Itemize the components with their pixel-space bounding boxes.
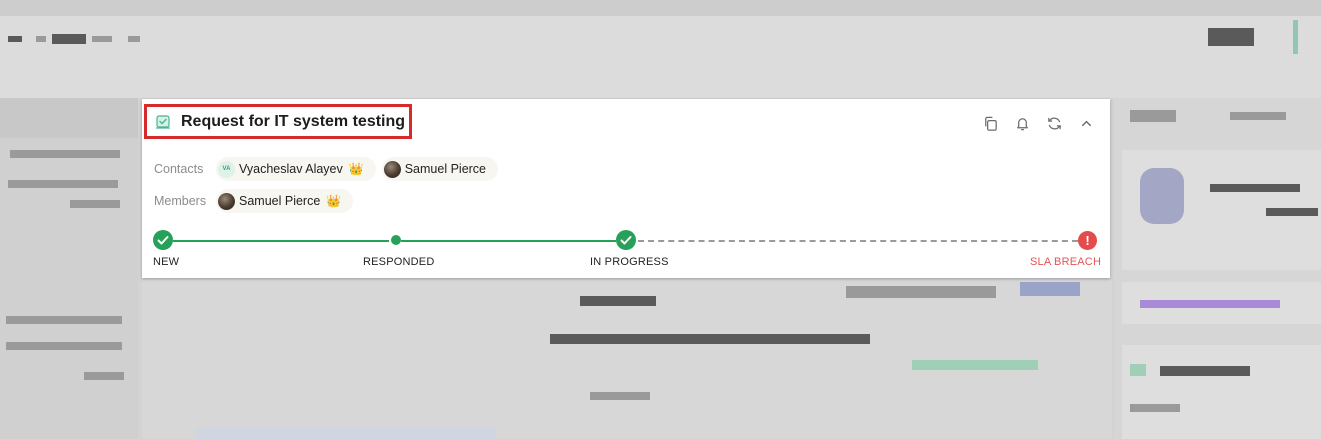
- crown-icon: 👑: [348, 162, 364, 176]
- chevron-up-icon[interactable]: [1076, 113, 1096, 133]
- stage-new-check-icon[interactable]: [153, 230, 173, 250]
- background-pixel: [52, 34, 86, 44]
- ticket-title: Request for IT system testing: [181, 112, 406, 130]
- background-topbar-strip: [0, 0, 1321, 16]
- background-pixel: [36, 36, 46, 42]
- stage-responded-dot[interactable]: [391, 235, 401, 245]
- background-pixel: [846, 286, 996, 298]
- background-pixel: [550, 334, 870, 344]
- background-pixel: [6, 342, 122, 350]
- contacts-label: Contacts: [154, 162, 204, 176]
- background-pixel: [1208, 28, 1254, 46]
- background-pixel: [8, 36, 22, 42]
- members-label: Members: [154, 194, 207, 208]
- background-pixel: [1230, 112, 1286, 120]
- contact-name: Vyacheslav Alayev: [239, 162, 343, 176]
- background-right-card: [1122, 345, 1321, 439]
- background-pixel: [580, 296, 656, 306]
- stage-in-progress-check-icon[interactable]: [616, 230, 636, 250]
- background-pixel: [912, 360, 1038, 370]
- background-pixel: [1130, 364, 1146, 376]
- avatar: VA: [218, 160, 235, 178]
- crown-icon: 👑: [326, 194, 342, 208]
- background-pixel: [92, 36, 112, 42]
- avatar: [218, 192, 235, 210]
- members-row: Members Samuel Pierce 👑: [154, 189, 359, 213]
- ticket-title-highlight[interactable]: Request for IT system testing: [144, 104, 412, 139]
- background-pixel: [8, 180, 118, 188]
- refresh-icon[interactable]: [1044, 113, 1064, 133]
- background-accent: [1293, 20, 1298, 54]
- background-pixel: [1140, 300, 1280, 308]
- member-name: Samuel Pierce: [239, 194, 321, 208]
- ticket-card: Request for IT system testing Contacts V…: [142, 99, 1110, 278]
- background-avatar: [1140, 168, 1184, 224]
- ticket-actions: [980, 113, 1096, 133]
- progress-line-done: [401, 240, 616, 242]
- background-pixel: [84, 372, 124, 380]
- background-pixel: [6, 316, 122, 324]
- contacts-row: Contacts VA Vyacheslav Alayev 👑 Samuel P…: [154, 157, 504, 181]
- background-pixel: [1160, 366, 1250, 376]
- copy-icon[interactable]: [980, 113, 1000, 133]
- contact-name: Samuel Pierce: [404, 162, 487, 176]
- stage-label-new: NEW: [153, 256, 180, 268]
- background-pixel: [1020, 282, 1080, 296]
- background-left-header: [0, 98, 138, 138]
- background-pixel: [1266, 208, 1318, 216]
- progress-line-pending: [638, 240, 1078, 242]
- contact-chip[interactable]: VA Vyacheslav Alayev 👑: [216, 157, 376, 181]
- background-pixel: [1130, 110, 1176, 122]
- bell-icon[interactable]: [1012, 113, 1032, 133]
- stage-label-sla-breach: SLA BREACH: [1030, 256, 1102, 268]
- status-progress: ! NEW RESPONDED IN PROGRESS SLA BREACH: [142, 229, 1110, 274]
- background-pixel: [128, 36, 140, 42]
- contact-chip[interactable]: Samuel Pierce: [381, 157, 499, 181]
- background-pixel: [70, 200, 120, 208]
- avatar: [383, 160, 401, 178]
- background-input: [195, 427, 495, 439]
- ticket-request-icon: [154, 113, 172, 131]
- stage-sla-breach-alert-icon[interactable]: !: [1078, 231, 1097, 250]
- background-pixel: [10, 150, 120, 158]
- member-chip[interactable]: Samuel Pierce 👑: [216, 189, 354, 213]
- background-pixel: [1130, 404, 1180, 412]
- background-pixel: [590, 392, 650, 400]
- progress-line-done: [173, 240, 389, 242]
- stage-label-responded: RESPONDED: [363, 256, 435, 268]
- background-pixel: [1210, 184, 1300, 192]
- stage-label-in-progress: IN PROGRESS: [590, 256, 669, 268]
